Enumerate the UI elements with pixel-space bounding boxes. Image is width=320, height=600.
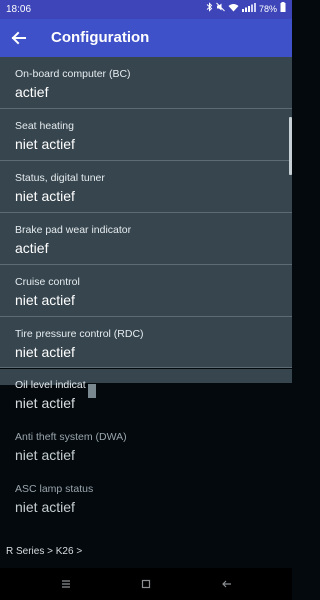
configuration-list: On-board computer (BC) actief Seat heati… [0,57,292,524]
list-item[interactable]: On-board computer (BC) actief [0,57,292,109]
list-item[interactable]: Seat heating niet actief [0,109,292,161]
mute-icon [216,0,225,19]
item-label: Cruise control [15,276,80,288]
list-item[interactable]: Cruise control niet actief [0,265,292,317]
status-time: 18:06 [6,4,32,15]
bluetooth-icon [206,0,213,19]
list-item[interactable]: ASC lamp status niet actief [0,472,292,524]
recent-apps-icon [57,579,75,596]
scrollbar-thumb[interactable] [289,117,292,175]
page-title: Configuration [51,29,150,46]
item-value: niet actief [15,499,75,515]
wifi-icon [228,0,239,19]
navigation-bar [0,568,292,600]
list-item[interactable]: Anti theft system (DWA) niet actief [0,420,292,472]
item-value: niet actief [15,344,75,360]
item-value: niet actief [15,292,75,308]
item-label: Brake pad wear indicator [15,224,132,236]
nav-back-button[interactable] [218,576,236,592]
item-value: actief [15,84,49,100]
item-label: On-board computer (BC) [15,68,131,80]
home-button[interactable] [137,576,155,592]
item-value: actief [15,240,49,256]
status-icons: 78% [206,0,286,19]
item-label: Oil level indicat [15,379,86,391]
breadcrumb: R Series > K26 > [6,546,83,557]
item-label: Seat heating [15,120,74,132]
item-value: niet actief [15,136,75,152]
item-label: Anti theft system (DWA) [15,431,127,443]
back-button[interactable] [6,26,32,50]
item-label: ASC lamp status [15,483,94,495]
item-label: Tire pressure control (RDC) [15,328,144,340]
glitch-artifact [88,384,96,398]
list-item[interactable]: Status, digital tuner niet actief [0,161,292,213]
home-icon [137,579,155,596]
battery-icon [280,0,286,19]
status-bar: 18:06 78% [0,0,292,19]
arrow-back-icon [6,31,32,54]
item-value: niet actief [15,447,75,463]
item-value: niet actief [15,395,75,411]
list-item[interactable]: Tire pressure control (RDC) niet actief [0,317,292,368]
battery-percent: 78% [258,4,277,14]
recent-apps-button[interactable] [57,576,75,592]
app-bar: Configuration [0,19,292,57]
overlay-cut [80,383,292,385]
item-value: niet actief [15,188,75,204]
signal-icon [241,0,256,19]
item-label: Status, digital tuner [15,172,105,184]
back-icon [218,579,236,596]
list-item[interactable]: Brake pad wear indicator actief [0,213,292,265]
